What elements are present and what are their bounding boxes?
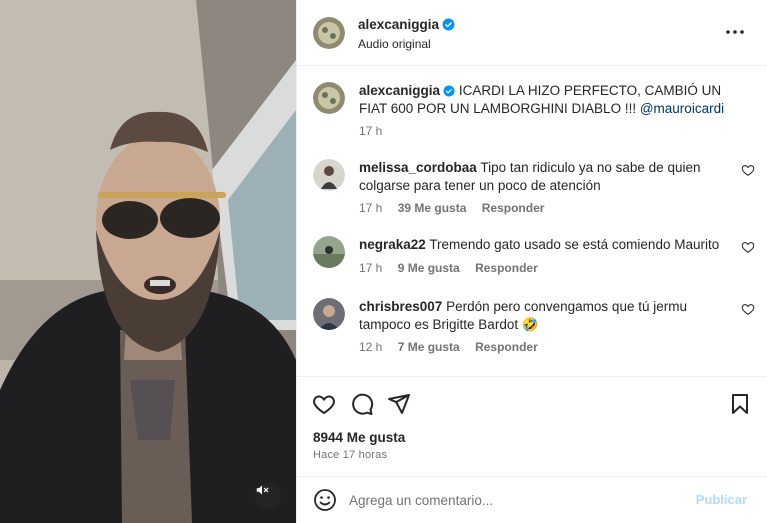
comment-icon[interactable] — [350, 392, 374, 416]
comment-input[interactable] — [349, 489, 649, 511]
emoji-icon[interactable] — [313, 488, 337, 512]
comment-time[interactable]: 17 h — [359, 201, 382, 215]
avatar[interactable] — [313, 298, 345, 330]
heart-icon[interactable] — [312, 392, 336, 416]
likes-count[interactable]: 8944 Me gusta — [313, 430, 405, 445]
more-options-icon — [726, 30, 744, 34]
more-options-button[interactable] — [725, 24, 745, 40]
comment-likes[interactable]: 9 Me gusta — [398, 261, 460, 275]
comment-time[interactable]: 12 h — [359, 340, 382, 354]
profile-picture — [313, 82, 345, 114]
verified-badge-icon — [442, 18, 455, 31]
comment-item: chrisbres007 Perdón pero convengamos que… — [313, 298, 755, 358]
add-comment-bar: Publicar — [297, 476, 767, 523]
caption-mention[interactable]: @mauroicardi — [640, 101, 724, 116]
muted-speaker-icon — [256, 485, 269, 495]
publish-comment-button[interactable]: Publicar — [696, 492, 747, 507]
heart-icon[interactable] — [741, 240, 755, 254]
mute-toggle-button[interactable] — [255, 483, 281, 509]
profile-picture — [313, 17, 345, 49]
comment-meta: 17 h 39 Me gusta Responder — [359, 201, 556, 215]
verified-badge-icon — [443, 85, 455, 97]
comment-likes[interactable]: 7 Me gusta — [398, 340, 460, 354]
post-author-name[interactable]: alexcaniggia — [358, 17, 439, 32]
bookmark-icon[interactable] — [728, 392, 752, 416]
comment-meta: 17 h 9 Me gusta Responder — [359, 261, 550, 275]
share-icon[interactable] — [387, 392, 411, 416]
comment-item: melissa_cordobaa Tipo tan ridiculo ya no… — [313, 159, 755, 219]
reply-button[interactable]: Responder — [475, 340, 538, 354]
video-frame — [0, 0, 296, 523]
avatar[interactable] — [313, 159, 345, 191]
caption-time[interactable]: 17 h — [359, 124, 382, 138]
comment-likes[interactable]: 39 Me gusta — [398, 201, 467, 215]
avatar[interactable] — [313, 236, 345, 268]
post-timestamp[interactable]: Hace 17 horas — [313, 449, 387, 461]
post-sidebar: alexcaniggia Audio original alexcaniggia… — [296, 0, 767, 523]
instagram-post-modal: alexcaniggia Audio original alexcaniggia… — [0, 0, 767, 523]
comment-author[interactable]: chrisbres007 — [359, 299, 442, 314]
comment-text: chrisbres007 Perdón pero convengamos que… — [359, 298, 729, 334]
caption-meta: 17 h — [359, 124, 394, 138]
comment-author[interactable]: melissa_cordobaa — [359, 160, 477, 175]
post-caption: alexcaniggia ICARDI LA HIZO PERFECTO, CA… — [313, 82, 753, 142]
profile-picture — [313, 298, 345, 330]
avatar[interactable] — [313, 82, 345, 114]
profile-picture — [313, 236, 345, 268]
avatar[interactable] — [313, 17, 345, 49]
audio-label[interactable]: Audio original — [358, 37, 431, 51]
comment-text: negraka22 Tremendo gato usado se está co… — [359, 236, 729, 254]
comment-text: melissa_cordobaa Tipo tan ridiculo ya no… — [359, 159, 729, 195]
comment-body: Tremendo gato usado se está comiendo Mau… — [429, 237, 720, 252]
comment-meta: 12 h 7 Me gusta Responder — [359, 340, 550, 354]
comment-item: negraka22 Tremendo gato usado se está co… — [313, 236, 755, 280]
heart-icon[interactable] — [741, 163, 755, 177]
post-author[interactable]: alexcaniggia — [358, 17, 455, 32]
caption-text: alexcaniggia ICARDI LA HIZO PERFECTO, CA… — [359, 82, 729, 118]
comments-list[interactable]: alexcaniggia ICARDI LA HIZO PERFECTO, CA… — [297, 66, 767, 376]
comment-author[interactable]: negraka22 — [359, 237, 426, 252]
reply-button[interactable]: Responder — [482, 201, 545, 215]
post-header: alexcaniggia Audio original — [297, 0, 767, 66]
reply-button[interactable]: Responder — [475, 261, 538, 275]
post-video[interactable] — [0, 0, 296, 523]
comment-time[interactable]: 17 h — [359, 261, 382, 275]
profile-picture — [313, 159, 345, 191]
post-actions: 8944 Me gusta Hace 17 horas — [297, 376, 767, 486]
caption-author[interactable]: alexcaniggia — [359, 83, 440, 98]
heart-icon[interactable] — [741, 302, 755, 316]
